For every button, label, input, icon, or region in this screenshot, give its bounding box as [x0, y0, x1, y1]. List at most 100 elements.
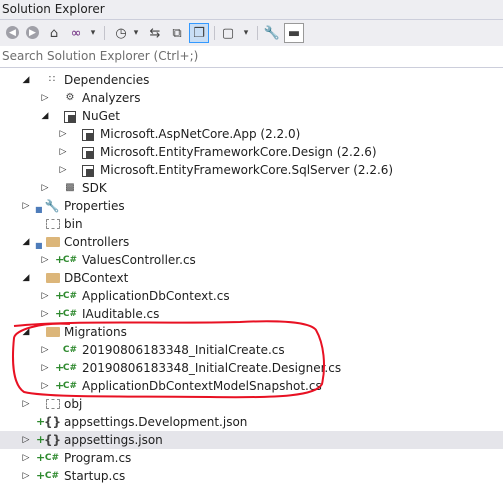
- csharp-file-icon: C#: [62, 309, 78, 319]
- toolbar-separator: [104, 26, 105, 40]
- properties-dropdown-chevron-icon[interactable]: ▾: [240, 23, 252, 43]
- csharp-file-icon: C#: [62, 291, 78, 301]
- history-icon[interactable]: ◷: [111, 23, 131, 43]
- collapsed-arrow-icon[interactable]: ▷: [21, 431, 31, 449]
- tree-label: Microsoft.AspNetCore.App (2.2.0): [100, 127, 301, 141]
- home-icon[interactable]: ⌂: [44, 23, 64, 43]
- expanded-arrow-icon[interactable]: ◢: [21, 269, 31, 287]
- expanded-arrow-icon[interactable]: ◢: [21, 71, 31, 89]
- tree-item-properties[interactable]: ▷ ■ 🔧 Properties: [0, 197, 503, 215]
- tree-label: Properties: [64, 199, 125, 213]
- sdk-icon: ▩: [65, 182, 75, 193]
- window-title: Solution Explorer: [2, 2, 105, 16]
- collapsed-arrow-icon[interactable]: ▷: [21, 449, 31, 467]
- tree-item-bin[interactable]: bin: [0, 215, 503, 233]
- tree-item-dbcontext[interactable]: ◢ DBContext: [0, 269, 503, 287]
- tree-item-file[interactable]: ▷ + C# 20190806183348_InitialCreate.Desi…: [0, 359, 503, 377]
- tree-label: Microsoft.EntityFrameworkCore.Design (2.…: [100, 145, 377, 159]
- tree-item-analyzers[interactable]: ▷ ⚙ Analyzers: [0, 89, 503, 107]
- visual-studio-icon[interactable]: ∞: [66, 23, 86, 43]
- tree-label: Controllers: [64, 235, 130, 249]
- lock-icon: ■: [35, 205, 43, 214]
- tree-item-file[interactable]: ▷ + C# ApplicationDbContextModelSnapshot…: [0, 377, 503, 395]
- preview-icon[interactable]: ▬: [284, 23, 304, 43]
- expanded-arrow-icon[interactable]: ◢: [21, 233, 31, 251]
- hidden-folder-icon: [46, 399, 60, 409]
- package-icon: [82, 129, 94, 141]
- collapsed-arrow-icon[interactable]: ▷: [21, 197, 31, 215]
- tree-item-file[interactable]: + {} appsettings.Development.json: [0, 413, 503, 431]
- collapsed-arrow-icon[interactable]: ▷: [40, 359, 50, 377]
- collapse-all-icon[interactable]: ⧉: [167, 23, 187, 43]
- analyzers-icon: ⚙: [65, 92, 75, 103]
- wrench-icon[interactable]: 🔧: [262, 23, 282, 43]
- forward-arrow-icon[interactable]: ▶: [26, 26, 39, 39]
- tree-label: Analyzers: [82, 91, 141, 105]
- tree-label: Dependencies: [64, 73, 150, 87]
- tree-label: bin: [64, 217, 83, 231]
- collapsed-arrow-icon[interactable]: ▷: [40, 179, 50, 197]
- collapsed-arrow-icon[interactable]: ▷: [40, 251, 50, 269]
- dropdown-chevron-icon[interactable]: ▾: [87, 23, 99, 43]
- csharp-file-icon: C#: [62, 363, 78, 373]
- collapsed-arrow-icon[interactable]: ▷: [40, 89, 50, 107]
- toolbar-separator: [214, 26, 215, 40]
- tree-item-package[interactable]: ▷ Microsoft.EntityFrameworkCore.Design (…: [0, 143, 503, 161]
- tree-item-dependencies[interactable]: ◢ ∷ Dependencies: [0, 71, 503, 89]
- expanded-arrow-icon[interactable]: ◢: [21, 323, 31, 341]
- dependencies-icon: ∷: [48, 74, 56, 85]
- tree-item-file[interactable]: ▷ + C# IAuditable.cs: [0, 305, 503, 323]
- tree-item-file[interactable]: ▷ C# 20190806183348_InitialCreate.cs: [0, 341, 503, 359]
- history-dropdown-chevron-icon[interactable]: ▾: [131, 23, 141, 43]
- tree-item-package[interactable]: ▷ Microsoft.EntityFrameworkCore.SqlServe…: [0, 161, 503, 179]
- collapsed-arrow-icon[interactable]: ▷: [58, 143, 68, 161]
- tree-label: ApplicationDbContext.cs: [82, 289, 230, 303]
- tree-item-sdk[interactable]: ▷ ▩ SDK: [0, 179, 503, 197]
- folder-icon: [46, 237, 60, 247]
- tree-item-file[interactable]: ▷ + C# ValuesController.cs: [0, 251, 503, 269]
- collapsed-arrow-icon[interactable]: ▷: [40, 377, 50, 395]
- package-icon: [82, 147, 94, 159]
- tree-label: SDK: [82, 181, 107, 195]
- tree-label: IAuditable.cs: [82, 307, 160, 321]
- collapsed-arrow-icon[interactable]: ▷: [58, 161, 68, 179]
- tree-item-file[interactable]: ▷ + C# Program.cs: [0, 449, 503, 467]
- tree-label: ApplicationDbContextModelSnapshot.cs: [82, 379, 322, 393]
- properties-icon[interactable]: ▢: [218, 23, 238, 43]
- collapsed-arrow-icon[interactable]: ▷: [58, 125, 68, 143]
- tree-item-file[interactable]: ▷ + C# Startup.cs: [0, 467, 503, 485]
- sync-icon[interactable]: ⇆: [145, 23, 165, 43]
- hidden-folder-icon: [46, 219, 60, 229]
- tree-label: ValuesController.cs: [82, 253, 196, 267]
- collapsed-arrow-icon[interactable]: ▷: [40, 287, 50, 305]
- collapsed-arrow-icon[interactable]: ▷: [21, 467, 31, 485]
- tree-item-nuget[interactable]: ◢ NuGet: [0, 107, 503, 125]
- title-bar: Solution Explorer: [0, 0, 503, 20]
- collapsed-arrow-icon[interactable]: ▷: [21, 395, 31, 413]
- collapsed-arrow-icon[interactable]: ▷: [40, 305, 50, 323]
- search-bar: [0, 46, 503, 68]
- wrench-icon: 🔧: [44, 199, 60, 213]
- tree-label: Program.cs: [64, 451, 132, 465]
- collapsed-arrow-icon[interactable]: ▷: [40, 341, 50, 359]
- tree-label: Migrations: [64, 325, 127, 339]
- tree-label: NuGet: [82, 109, 120, 123]
- json-file-icon: {}: [44, 433, 62, 447]
- tree-item-obj[interactable]: ▷ obj: [0, 395, 503, 413]
- tree-item-package[interactable]: ▷ Microsoft.AspNetCore.App (2.2.0): [0, 125, 503, 143]
- expanded-arrow-icon[interactable]: ◢: [40, 107, 50, 125]
- toolbar: ◀ ▶ ⌂ ∞ ▾ ◷ ▾ ⇆ ⧉ ❐ ▢ ▾ 🔧 ▬: [0, 20, 503, 46]
- tree-item-controllers[interactable]: ◢ ■ Controllers: [0, 233, 503, 251]
- back-arrow-icon[interactable]: ◀: [6, 26, 19, 39]
- tree-label: DBContext: [64, 271, 129, 285]
- folder-icon: [46, 327, 60, 337]
- show-all-files-icon[interactable]: ❐: [189, 23, 209, 43]
- search-input[interactable]: [0, 46, 482, 66]
- tree-item-migrations[interactable]: ◢ Migrations: [0, 323, 503, 341]
- tree-label: appsettings.Development.json: [64, 415, 248, 429]
- tree-item-file-selected[interactable]: ▷ + {} appsettings.json: [0, 431, 503, 449]
- csharp-file-icon: C#: [44, 453, 60, 463]
- csharp-file-icon: C#: [44, 471, 60, 481]
- tree-item-file[interactable]: ▷ + C# ApplicationDbContext.cs: [0, 287, 503, 305]
- tree-label: Startup.cs: [64, 469, 126, 483]
